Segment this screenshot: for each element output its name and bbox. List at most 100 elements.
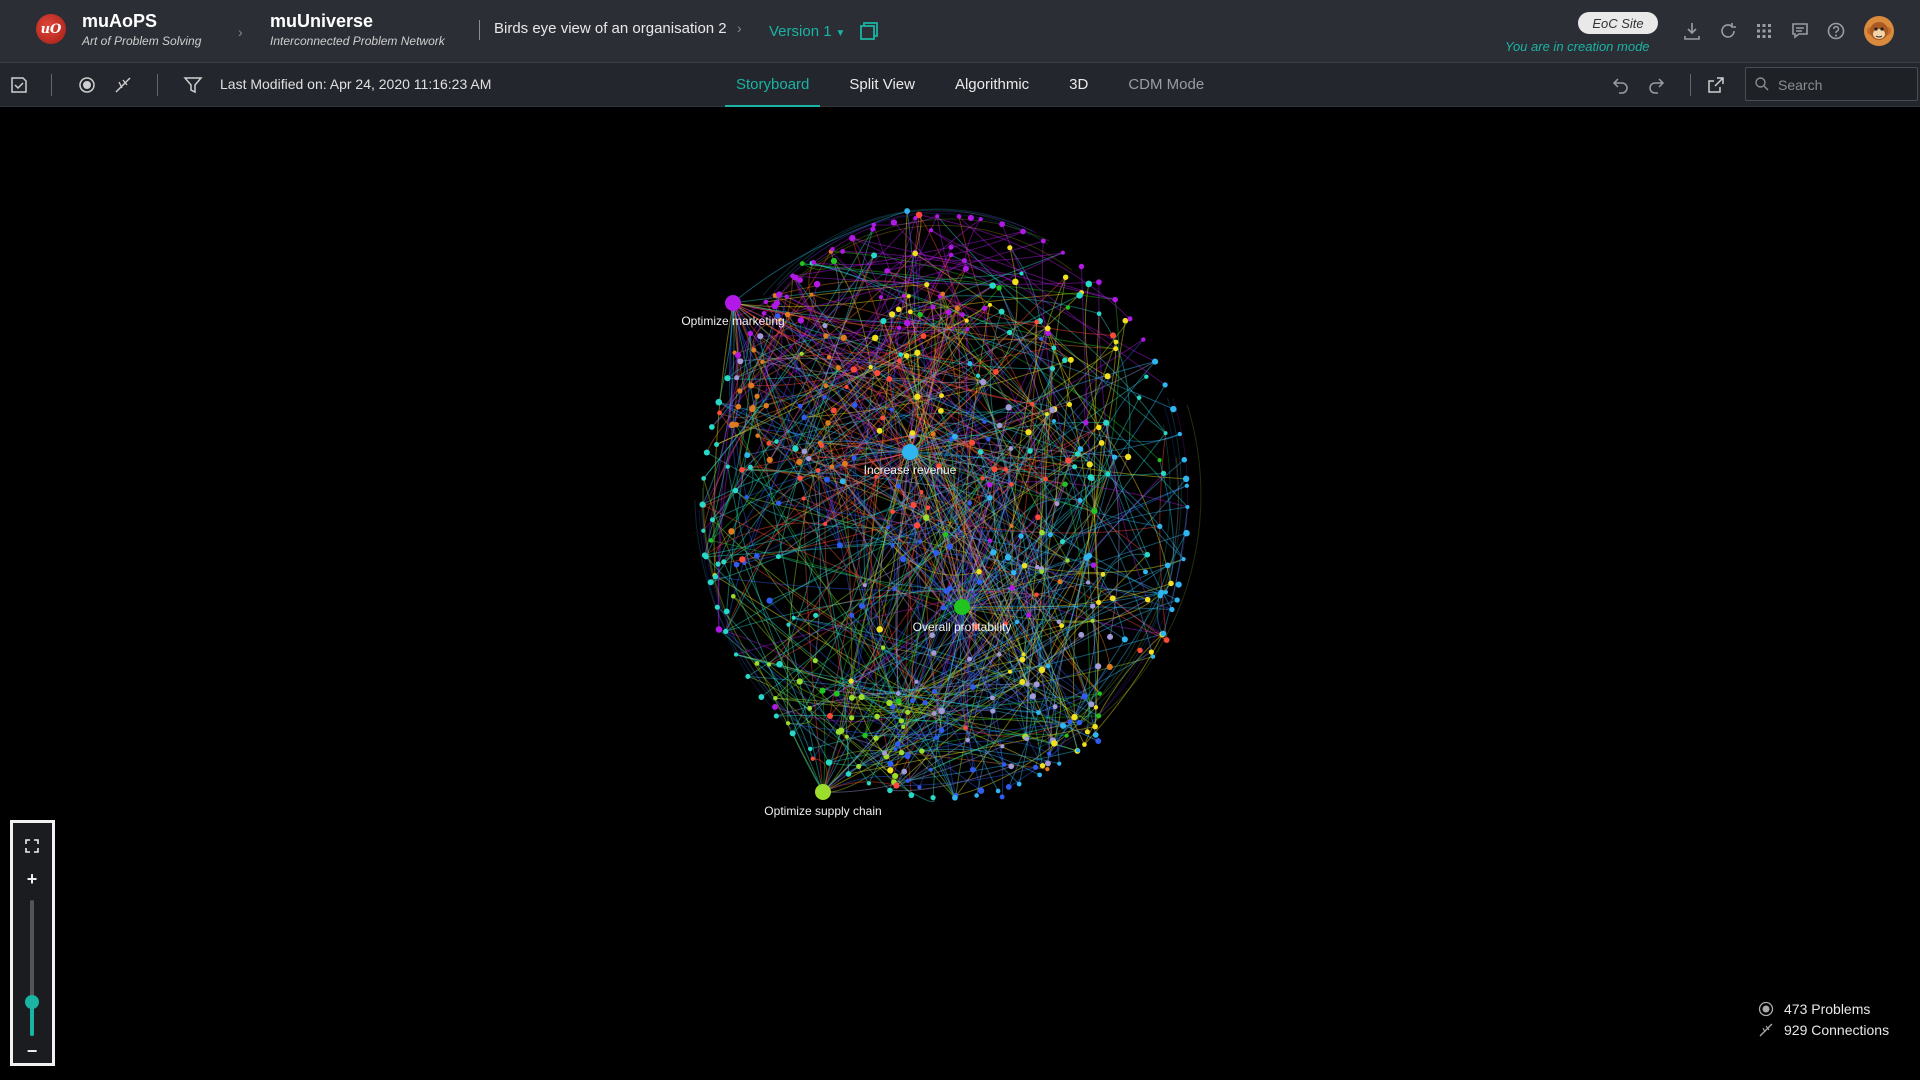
problem-node[interactable] [868,364,873,370]
problem-node[interactable] [840,249,846,254]
problem-node[interactable] [796,458,803,466]
problem-node[interactable] [1150,654,1156,659]
problem-node[interactable] [714,604,720,610]
problem-node[interactable] [1078,263,1085,270]
problem-node[interactable] [1019,678,1026,685]
problem-node[interactable] [970,684,976,690]
problem-node[interactable] [734,352,742,359]
problem-node[interactable] [789,730,796,737]
problem-node[interactable] [1170,405,1177,413]
tab-split-view[interactable]: Split View [838,63,926,107]
problem-node[interactable] [1182,475,1190,483]
problem-node[interactable] [1029,693,1037,700]
problem-node[interactable] [757,333,764,340]
problem-node[interactable] [1044,760,1051,767]
problem-node[interactable] [986,436,991,442]
problem-node[interactable] [878,295,883,300]
problem-node[interactable] [1142,569,1148,575]
problem-node[interactable] [1083,419,1089,426]
problem-node[interactable] [703,449,710,456]
problem-node[interactable] [835,728,842,735]
problem-node[interactable] [862,732,868,739]
problem-node[interactable] [1160,630,1167,637]
problem-node[interactable] [1012,278,1019,286]
problem-node[interactable] [1092,732,1099,738]
hub-label-optimize-marketing[interactable]: Optimize marketing [681,314,784,328]
problem-node[interactable] [918,539,923,544]
problem-node[interactable] [946,543,954,550]
problem-node[interactable] [876,427,883,434]
app-brand[interactable]: muAoPS Art of Problem Solving [82,11,201,48]
problem-node[interactable] [956,214,962,219]
problem-node[interactable] [1141,337,1146,342]
problem-node[interactable] [1039,569,1045,574]
hub-node[interactable] [954,599,970,615]
problem-node[interactable] [724,375,731,382]
problem-node[interactable] [977,449,984,455]
problem-node[interactable] [1095,738,1102,744]
problem-node[interactable] [733,561,740,568]
problem-node[interactable] [930,431,936,437]
problem-node[interactable] [1163,637,1170,643]
problem-node[interactable] [1124,453,1132,461]
problem-node[interactable] [1025,429,1032,436]
problem-node[interactable] [1168,580,1174,587]
problem-node[interactable] [708,424,715,430]
problem-node[interactable] [1169,606,1175,613]
problem-node[interactable] [1175,581,1182,588]
problem-node[interactable] [924,282,930,288]
problem-node[interactable] [1096,713,1102,719]
problem-node[interactable] [755,433,760,438]
problem-node[interactable] [866,781,872,786]
problem-node[interactable] [974,793,979,798]
problem-node[interactable] [913,216,918,221]
problem-node[interactable] [898,352,904,358]
problem-node[interactable] [730,593,736,599]
problem-node[interactable] [1051,740,1058,747]
problem-node[interactable] [1009,523,1014,528]
problem-node[interactable] [1039,336,1044,341]
problem-node[interactable] [963,725,968,730]
problem-node[interactable] [909,698,915,704]
problem-node[interactable] [917,311,923,318]
problem-node[interactable] [1078,631,1085,638]
problem-node[interactable] [760,359,765,364]
problem-node[interactable] [862,583,867,588]
problem-node[interactable] [849,234,856,242]
problem-node[interactable] [904,208,911,214]
problem-node[interactable] [856,763,862,769]
problem-node[interactable] [907,309,913,315]
problem-node[interactable] [1157,523,1163,530]
problem-node[interactable] [938,707,945,715]
problem-node[interactable] [797,317,805,324]
problem-node[interactable] [976,579,983,585]
problem-node[interactable] [849,612,855,618]
problem-node[interactable] [733,652,739,657]
problem-node[interactable] [905,778,910,783]
problem-node[interactable] [811,260,817,265]
problem-node[interactable] [912,250,918,257]
problem-node[interactable] [969,766,976,773]
problem-node[interactable] [801,448,808,455]
problem-node[interactable] [1105,471,1111,477]
problem-node[interactable] [948,244,954,250]
problem-node[interactable] [844,384,849,389]
problem-node[interactable] [1030,401,1035,407]
problem-node[interactable] [1037,772,1042,778]
problem-node[interactable] [823,333,829,339]
problem-node[interactable] [897,358,902,364]
problem-node[interactable] [888,311,896,318]
problem-node[interactable] [773,713,779,719]
problem-node[interactable] [773,300,781,307]
problem-node[interactable] [966,656,973,662]
problem-node[interactable] [890,509,895,515]
problem-node[interactable] [881,750,888,756]
problem-node[interactable] [934,735,939,740]
comments-icon[interactable] [1789,20,1811,42]
problem-node[interactable] [1008,446,1014,451]
problem-node[interactable] [1107,633,1114,640]
problem-node[interactable] [1005,404,1012,411]
problem-node[interactable] [1026,612,1032,618]
network-graph[interactable] [0,107,1920,1080]
problem-node[interactable] [930,304,936,310]
